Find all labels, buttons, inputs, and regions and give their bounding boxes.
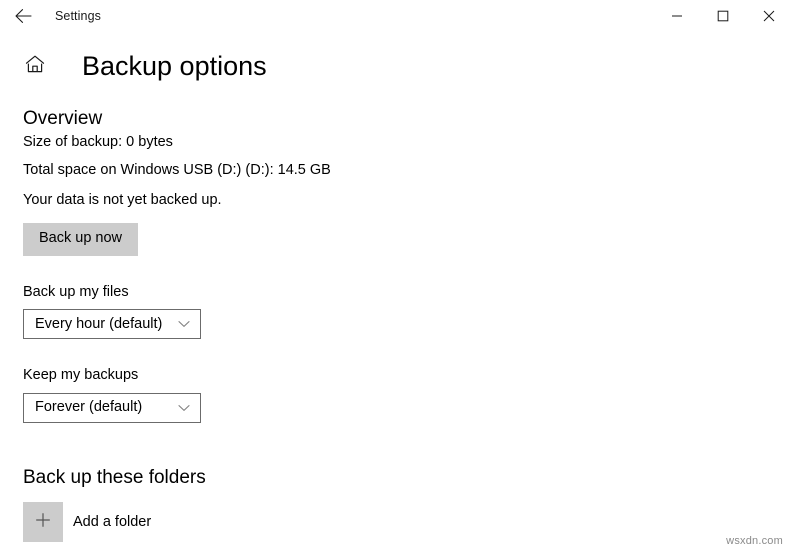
back-arrow-icon <box>13 6 33 26</box>
back-up-frequency-select[interactable]: Every hour (default) <box>23 309 201 340</box>
settings-content: Overview Size of backup: 0 bytes Total s… <box>0 107 792 543</box>
chevron-down-icon <box>177 320 191 328</box>
keep-backups-select[interactable]: Forever (default) <box>23 392 201 423</box>
add-folder-button[interactable] <box>23 502 63 543</box>
total-space-text: Total space on Windows USB (D:) (D:): 14… <box>23 162 331 179</box>
home-button[interactable] <box>20 51 50 81</box>
page-header: Backup options <box>0 51 792 81</box>
title-bar: Settings <box>0 0 792 32</box>
page-title: Backup options <box>82 50 267 81</box>
back-up-frequency-value: Every hour (default) <box>35 315 163 332</box>
minimize-icon <box>671 10 683 22</box>
keep-my-backups-label: Keep my backups <box>23 367 139 384</box>
chevron-down-icon <box>177 404 191 412</box>
window-controls <box>654 0 792 32</box>
back-button[interactable] <box>0 0 46 32</box>
back-up-folders-section: Back up these folders Add a folder <box>23 467 792 543</box>
minimize-button[interactable] <box>654 0 700 32</box>
back-up-my-files-group: Back up my files Every hour (default) <box>23 283 792 340</box>
maximize-button[interactable] <box>700 0 746 32</box>
overview-section: Overview Size of backup: 0 bytes Total s… <box>23 107 792 256</box>
close-icon <box>763 10 775 22</box>
back-up-now-button[interactable]: Back up now <box>23 223 139 256</box>
plus-icon <box>34 511 52 534</box>
watermark: wsxdn.com <box>726 535 783 547</box>
keep-backups-value: Forever (default) <box>35 399 143 416</box>
close-button[interactable] <box>746 0 792 32</box>
home-icon <box>24 53 46 80</box>
size-of-backup-text: Size of backup: 0 bytes <box>23 133 173 150</box>
window-title: Settings <box>55 9 101 23</box>
backup-status-text: Your data is not yet backed up. <box>23 191 222 208</box>
back-up-folders-heading: Back up these folders <box>23 466 206 488</box>
back-up-my-files-label: Back up my files <box>23 283 129 300</box>
maximize-icon <box>717 10 729 22</box>
keep-my-backups-group: Keep my backups Forever (default) <box>23 367 792 423</box>
overview-heading: Overview <box>23 108 103 129</box>
add-folder-label: Add a folder <box>73 514 152 531</box>
add-folder-row[interactable]: Add a folder <box>23 502 792 543</box>
